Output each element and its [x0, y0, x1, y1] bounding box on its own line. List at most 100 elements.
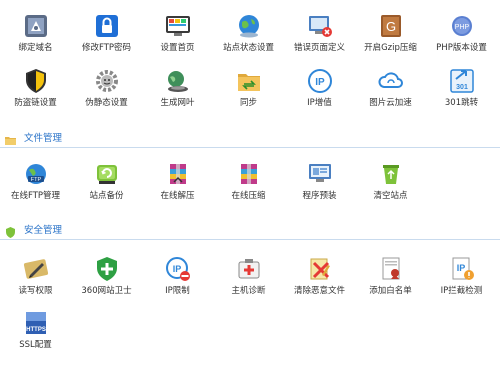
- ssl-config-label: SSL配置: [19, 340, 52, 350]
- permission-pen-icon: [22, 255, 50, 283]
- generate-page-label: 生成网叶: [160, 98, 195, 108]
- bind-domain-label: 绑定域名: [18, 43, 53, 53]
- security-row: 读写权限 360网站卫士 IP IP限制 主机诊断 清除恶意文件 添加白名单 I…: [0, 255, 500, 311]
- backup-icon: [93, 160, 121, 188]
- online-ftp-icon: FTP: [22, 160, 50, 188]
- permission-tile[interactable]: 读写权限: [0, 255, 71, 311]
- svg-text:HTTPS: HTTPS: [26, 327, 46, 333]
- recycle-tile[interactable]: 清空站点: [355, 160, 426, 216]
- zip-tile[interactable]: 在线压缩: [213, 160, 284, 216]
- bind-domain-tile[interactable]: 绑定域名: [0, 12, 71, 68]
- cloud-accelerate-tile[interactable]: 图片云加速: [355, 67, 426, 123]
- program-install-icon: [306, 160, 334, 188]
- generate-page-tile[interactable]: 生成网叶: [142, 67, 213, 123]
- program-install-tile[interactable]: 程序预装: [284, 160, 355, 216]
- svg-text:IP: IP: [315, 77, 325, 88]
- homepage-tile[interactable]: 设置首页: [142, 12, 213, 68]
- host-diagnosis-tile[interactable]: 主机诊断: [213, 255, 284, 311]
- section-header-files: 文件管理: [0, 130, 500, 148]
- permission-label: 读写权限: [18, 286, 53, 296]
- svg-text:301: 301: [456, 84, 468, 91]
- whitelist-label: 添加白名单: [369, 286, 412, 296]
- backup-label: 站点备份: [89, 191, 124, 201]
- online-ftp-tile[interactable]: FTP 在线FTP管理: [0, 160, 71, 216]
- cloud-accelerate-icon: [377, 67, 405, 95]
- whitelist-tile[interactable]: 添加白名单: [355, 255, 426, 311]
- files-row: FTP 在线FTP管理 站点备份 在线解压 在线压缩 程序预装 清空站点: [0, 160, 500, 216]
- svg-text:IP: IP: [456, 263, 465, 273]
- sync-tile[interactable]: 同步: [213, 67, 284, 123]
- redirect-301-tile[interactable]: 301 301跳转: [426, 67, 497, 123]
- host-diagnosis-icon: [235, 255, 263, 283]
- clean-malware-tile[interactable]: 清除恶意文件: [284, 255, 355, 311]
- ip-addon-icon: IP: [306, 67, 334, 95]
- sync-label: 同步: [239, 98, 257, 108]
- redirect-301-icon: 301: [448, 67, 476, 95]
- clean-malware-label: 清除恶意文件: [293, 286, 345, 296]
- section-title-files: 文件管理: [24, 133, 63, 144]
- php-version-icon: PHP: [448, 12, 476, 40]
- gzip-icon: G: [377, 12, 405, 40]
- hotlink-shield-icon: [22, 67, 50, 95]
- php-version-tile[interactable]: PHP PHP版本设置: [426, 12, 497, 68]
- redirect-301-label: 301跳转: [444, 98, 479, 108]
- generate-page-icon: [164, 67, 192, 95]
- rewrite-label: 伪静态设置: [85, 98, 128, 108]
- svg-text:FTP: FTP: [30, 177, 41, 183]
- program-install-label: 程序预装: [302, 191, 337, 201]
- backup-tile[interactable]: 站点备份: [71, 160, 142, 216]
- zip-label: 在线压缩: [231, 191, 266, 201]
- clean-malware-icon: [306, 255, 334, 283]
- site-status-tile[interactable]: 站点状态设置: [213, 12, 284, 68]
- section-divider: [0, 239, 500, 240]
- ftp-password-tile[interactable]: 修改FTP密码: [71, 12, 142, 68]
- unzip-tile[interactable]: 在线解压: [142, 160, 213, 216]
- unzip-label: 在线解压: [160, 191, 195, 201]
- ip-block-detect-label: IP拦截检测: [440, 286, 483, 296]
- folder-icon: [4, 132, 17, 145]
- gzip-tile[interactable]: G 开启Gzip压缩: [355, 12, 426, 68]
- ip-restrict-tile[interactable]: IP IP限制: [142, 255, 213, 311]
- recycle-bin-icon: [377, 160, 405, 188]
- ftp-password-icon: [93, 12, 121, 40]
- globe-status-icon: [235, 12, 263, 40]
- php-version-label: PHP版本设置: [436, 43, 487, 53]
- svg-text:PHP: PHP: [454, 24, 469, 31]
- online-ftp-label: 在线FTP管理: [10, 191, 61, 201]
- rewrite-tile[interactable]: 伪静态设置: [71, 67, 142, 123]
- whitelist-icon: [377, 255, 405, 283]
- homepage-icon: [164, 12, 192, 40]
- ip-addon-tile[interactable]: IP IP增值: [284, 67, 355, 123]
- ip-restrict-label: IP限制: [165, 286, 190, 296]
- section-header-security: 安全管理: [0, 222, 500, 240]
- error-page-label: 错误页面定义: [293, 43, 345, 53]
- section-title-security: 安全管理: [24, 225, 63, 236]
- hotlink-label: 防盗链设置: [14, 98, 57, 108]
- bind-domain-icon: [22, 12, 50, 40]
- hotlink-tile[interactable]: 防盗链设置: [0, 67, 71, 123]
- ip-block-detect-icon: IP: [448, 255, 476, 283]
- homepage-label: 设置首页: [160, 43, 195, 53]
- security-shield-icon: [4, 224, 17, 238]
- ip-restrict-icon: IP: [164, 255, 192, 283]
- cloud-accelerate-label: 图片云加速: [369, 98, 412, 108]
- error-page-icon: [306, 12, 334, 40]
- ip-block-detect-tile[interactable]: IP IP拦截检测: [426, 255, 497, 311]
- ssl-config-icon: HTTPS: [22, 309, 50, 337]
- guard-360-tile[interactable]: 360网站卫士: [71, 255, 142, 311]
- svg-text:G: G: [385, 19, 395, 34]
- zip-icon: [235, 160, 263, 188]
- gzip-label: 开启Gzip压缩: [364, 43, 417, 53]
- site-management-panel: 绑定域名 修改FTP密码 设置首页 站点状态设置 错误页面定义 G 开启Gzip…: [0, 0, 500, 357]
- error-page-tile[interactable]: 错误页面定义: [284, 12, 355, 68]
- unzip-icon: [164, 160, 192, 188]
- sync-folder-icon: [235, 67, 263, 95]
- site-status-label: 站点状态设置: [222, 43, 274, 53]
- section-divider: [0, 147, 500, 148]
- ftp-password-label: 修改FTP密码: [81, 43, 132, 53]
- tools-row-1: 绑定域名 修改FTP密码 设置首页 站点状态设置 错误页面定义 G 开启Gzip…: [0, 12, 500, 68]
- svg-text:IP: IP: [172, 264, 181, 274]
- recycle-label: 清空站点: [373, 191, 408, 201]
- host-diagnosis-label: 主机诊断: [231, 286, 266, 296]
- rewrite-gear-icon: [93, 67, 121, 95]
